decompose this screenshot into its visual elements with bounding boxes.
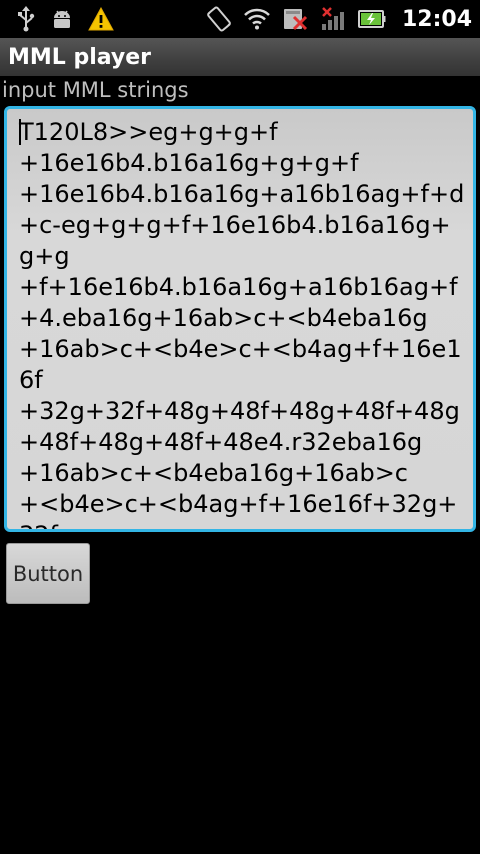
mml-input-label: input MML strings — [2, 78, 189, 102]
mml-text-input[interactable]: T120L8>>eg+g+g+f +16e16b4.b16a16g+g+g+f … — [4, 106, 476, 532]
screen-rotation-icon — [206, 6, 232, 32]
play-button-label: Button — [12, 561, 84, 586]
play-button[interactable]: Button — [6, 543, 90, 604]
app-title: MML player — [8, 44, 152, 70]
mml-text-content: T120L8>>eg+g+g+f +16e16b4.b16a16g+g+g+f … — [19, 118, 465, 529]
status-bar: 12:04 — [0, 0, 480, 38]
wifi-icon — [244, 8, 270, 30]
notification-area — [0, 6, 114, 32]
system-status-area: 12:04 — [206, 0, 472, 38]
data-disabled-icon — [282, 7, 308, 31]
no-signal-icon — [320, 7, 346, 31]
battery-charging-icon — [357, 8, 386, 30]
android-debug-icon — [50, 7, 74, 31]
usb-icon — [16, 6, 36, 32]
status-clock: 12:04 — [401, 6, 472, 32]
app-title-bar: MML player — [0, 38, 480, 76]
warning-icon — [88, 7, 114, 31]
